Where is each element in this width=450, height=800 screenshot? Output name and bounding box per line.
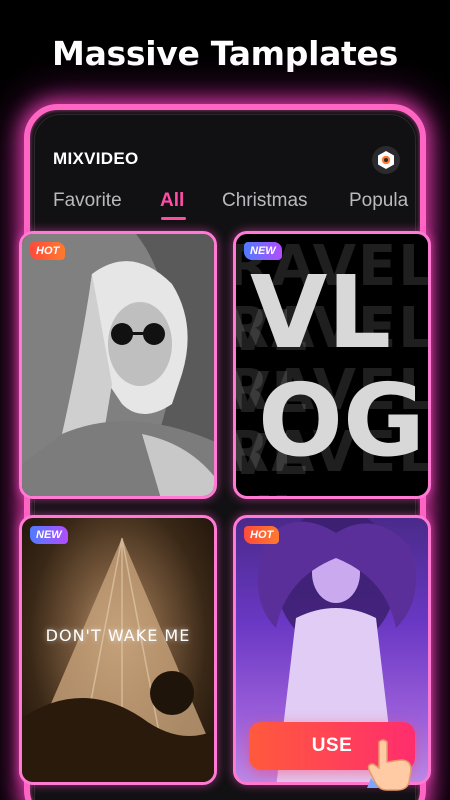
new-badge: NEW: [244, 242, 282, 260]
hot-badge: HOT: [244, 526, 280, 544]
portrait-image: [22, 234, 214, 496]
tent-image: [22, 537, 214, 782]
active-tab-indicator: [161, 217, 186, 220]
app-title: MIXVIDEO: [53, 149, 139, 168]
tab-christmas[interactable]: Christmas: [222, 190, 308, 212]
template-card[interactable]: HOT: [19, 231, 217, 499]
vlog-big-text: OG: [258, 362, 426, 479]
template-card[interactable]: DON'T WAKE ME NEW: [19, 515, 217, 785]
settings-icon: [378, 151, 394, 169]
settings-button[interactable]: [372, 146, 400, 174]
tab-favorite[interactable]: Favorite: [53, 190, 122, 212]
page-headline: Massive Tamplates: [52, 34, 398, 73]
card-caption: DON'T WAKE ME: [45, 626, 191, 645]
new-badge: NEW: [30, 526, 68, 544]
hot-badge: HOT: [30, 242, 66, 260]
template-card[interactable]: RAVEL VL RAVEL VL RAVEL VL RAVEL VL VL O…: [233, 231, 431, 499]
tab-popular[interactable]: Popula: [349, 190, 408, 212]
pointing-hand-icon: [367, 739, 412, 791]
tab-all[interactable]: All: [160, 190, 184, 212]
vlog-big-text: VL: [250, 254, 392, 371]
vlog-background: RAVEL VL RAVEL VL RAVEL VL RAVEL VL VL O…: [236, 234, 428, 496]
category-tabs: Favorite All Christmas Popula: [53, 190, 411, 220]
